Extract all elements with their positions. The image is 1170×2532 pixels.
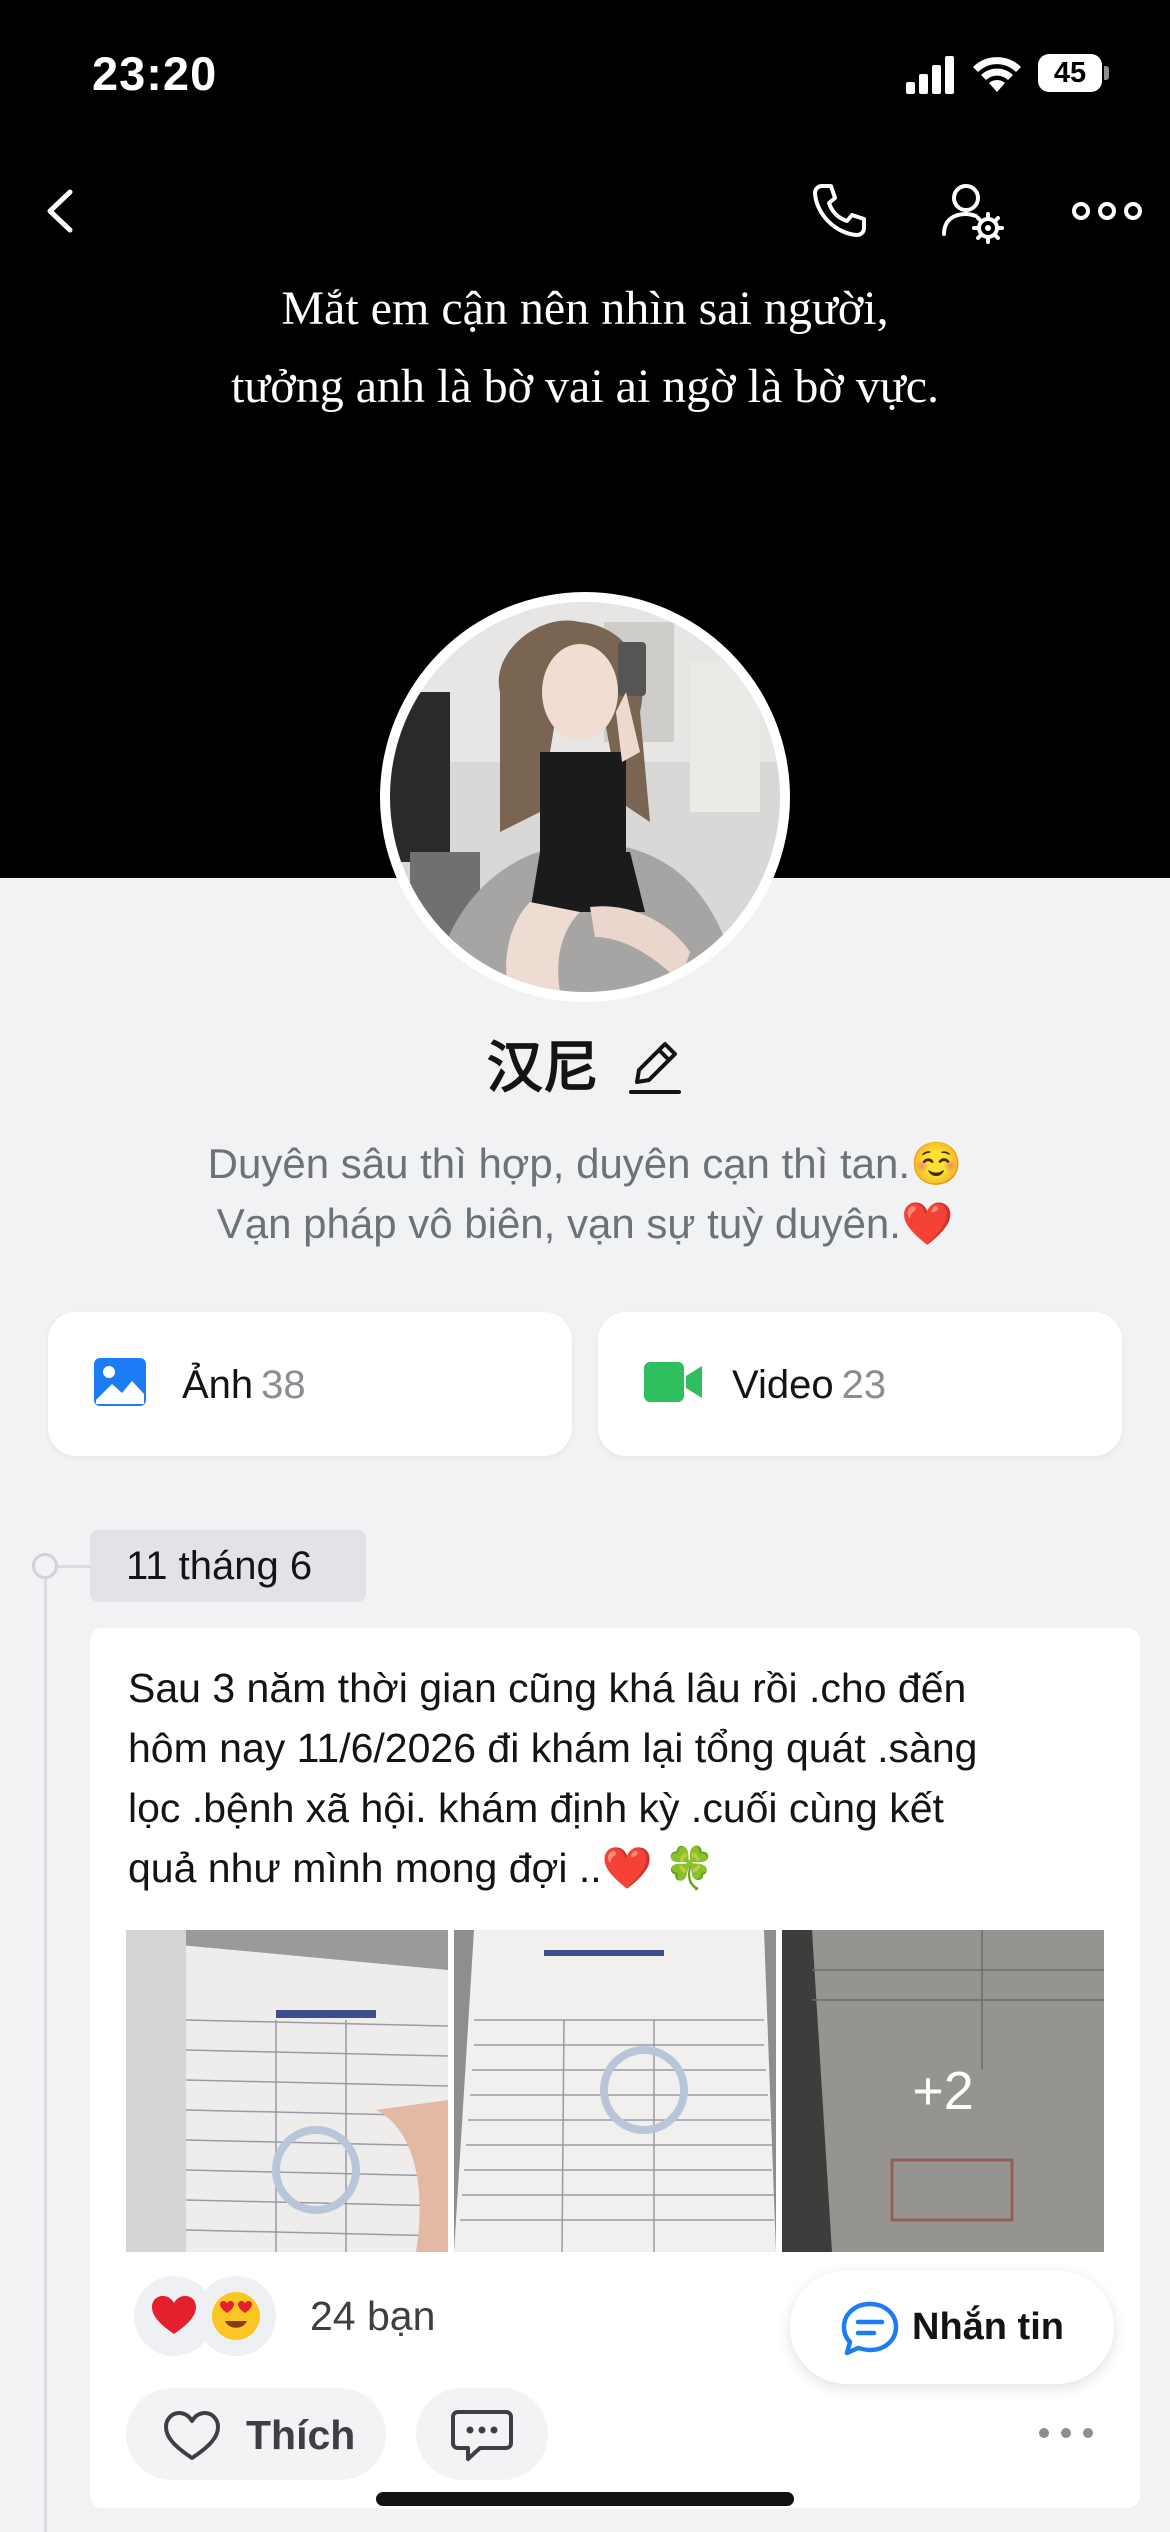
post-more-icon[interactable] bbox=[1036, 2408, 1096, 2458]
timeline-dot bbox=[32, 1553, 58, 1579]
edit-icon[interactable] bbox=[627, 1038, 683, 1098]
post-text-line: quả như mình mong đợi ..❤️ 🍀 bbox=[128, 1845, 716, 1891]
videos-button[interactable]: Video 23 bbox=[598, 1312, 1122, 1456]
post-text[interactable]: Sau 3 năm thời gian cũng khá lâu rồi .ch… bbox=[128, 1658, 1108, 1898]
avatar-photo bbox=[390, 602, 780, 992]
post-image[interactable] bbox=[126, 1930, 448, 2252]
post-text-line: lọc .bệnh xã hội. khám định kỳ .cuối cùn… bbox=[128, 1785, 944, 1831]
photo-icon bbox=[94, 1358, 146, 1406]
post-text-line: hôm nay 11/6/2026 đi khám lại tổng quát … bbox=[128, 1725, 978, 1771]
like-label: Thích bbox=[246, 2412, 356, 2458]
phone-icon[interactable] bbox=[804, 176, 874, 246]
photos-label: Ảnh bbox=[182, 1363, 254, 1407]
videos-count: 23 bbox=[841, 1363, 887, 1407]
photos-count: 38 bbox=[261, 1363, 306, 1407]
videos-label: Video bbox=[732, 1363, 834, 1407]
status-time: 23:20 bbox=[92, 47, 218, 100]
message-label: Nhắn tin bbox=[912, 2306, 1064, 2348]
cellular-signal-icon bbox=[906, 56, 954, 94]
more-images-overlay[interactable]: +2 bbox=[782, 1930, 1104, 2252]
video-icon bbox=[644, 1362, 702, 1402]
home-indicator[interactable] bbox=[376, 2492, 794, 2506]
like-icon bbox=[164, 2411, 220, 2460]
timeline-date: 11 tháng 6 bbox=[90, 1530, 366, 1602]
bio-line: Vạn pháp vô biên, vạn sự tuỳ duyên.❤️ bbox=[216, 1200, 954, 1247]
post-image-grid: +2 bbox=[126, 1930, 1104, 2252]
love-eyes-reaction-icon bbox=[196, 2276, 276, 2356]
reaction-count: 24 bạn bbox=[310, 2293, 436, 2339]
bio-line: Duyên sâu thì hợp, duyên cạn thì tan.☺️ bbox=[207, 1140, 963, 1187]
cover-quote-line: Mắt em cận nên nhìn sai người, bbox=[281, 282, 889, 335]
like-button[interactable]: Thích bbox=[126, 2388, 386, 2480]
status-bar: 23:20 45 bbox=[0, 0, 1170, 150]
avatar[interactable] bbox=[380, 592, 790, 1002]
photos-button[interactable]: Ảnh 38 bbox=[48, 1312, 572, 1456]
post-text-line: Sau 3 năm thời gian cũng khá lâu rồi .ch… bbox=[128, 1665, 967, 1711]
medical-report-photo bbox=[454, 1930, 776, 2252]
battery-level: 45 bbox=[1053, 57, 1087, 89]
profile-settings-icon[interactable] bbox=[938, 176, 1008, 246]
post-image[interactable]: +2 bbox=[782, 1930, 1104, 2252]
message-icon bbox=[841, 2301, 899, 2356]
wifi-icon bbox=[973, 57, 1021, 92]
profile-name: 汉尼 bbox=[486, 1036, 599, 1099]
comment-button[interactable] bbox=[416, 2388, 548, 2480]
post-image[interactable] bbox=[454, 1930, 776, 2252]
comment-icon bbox=[451, 2410, 513, 2461]
back-icon[interactable] bbox=[28, 176, 98, 246]
cover-quote-line: tưởng anh là bờ vai ai ngờ là bờ vực. bbox=[230, 360, 940, 413]
medical-report-photo bbox=[126, 1930, 448, 2252]
profile-bio: Duyên sâu thì hợp, duyên cạn thì tan.☺️ … bbox=[0, 1134, 1170, 1254]
timeline-line bbox=[44, 1566, 47, 2532]
battery-indicator: 45 bbox=[1038, 54, 1110, 92]
more-icon[interactable] bbox=[1070, 176, 1144, 246]
profile-name-row: 汉尼 bbox=[0, 1028, 1170, 1108]
message-button[interactable]: Nhắn tin bbox=[790, 2270, 1114, 2384]
timeline-connector bbox=[58, 1565, 90, 1568]
cover-quote: Mắt em cận nên nhìn sai người, tưởng anh… bbox=[0, 270, 1170, 426]
